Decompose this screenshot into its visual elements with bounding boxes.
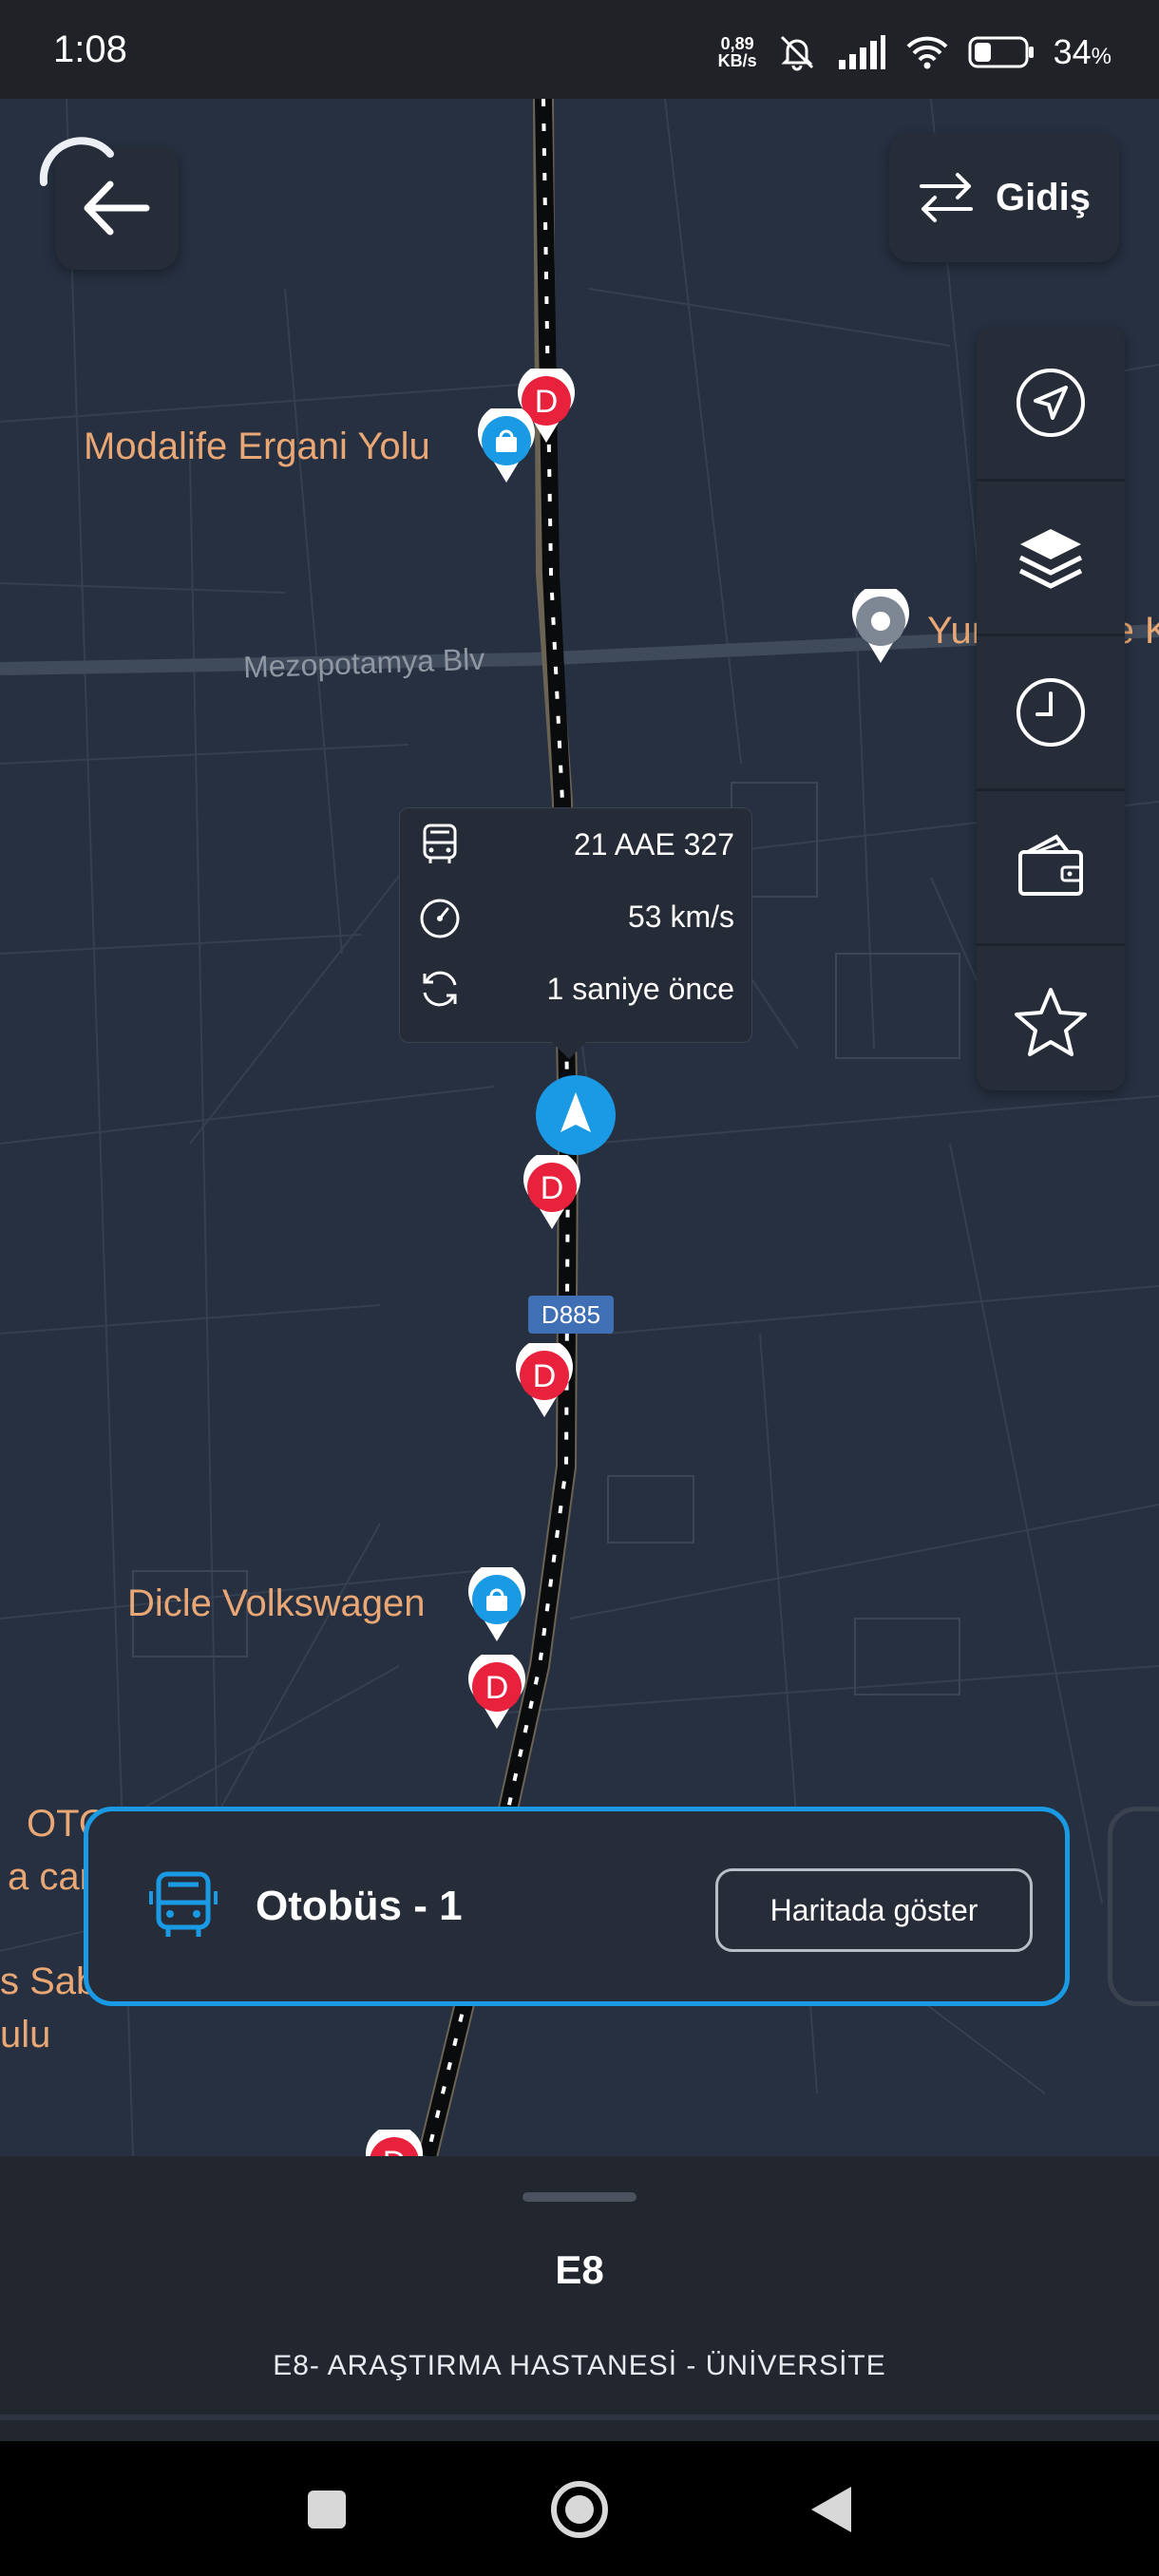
navigation-arrow-icon bbox=[1016, 369, 1085, 437]
bus-card[interactable]: Otobüs - 1 Haritada göster bbox=[84, 1807, 1070, 2006]
direction-toggle-button[interactable]: Gidiş bbox=[889, 133, 1119, 262]
battery-icon bbox=[968, 36, 1034, 68]
status-bar: 1:08 0,89 KB/s 34% bbox=[0, 0, 1159, 99]
route-bottom-sheet[interactable]: E8 E8- ARAŞTIRMA HASTANESİ - ÜNİVERSİTE bbox=[0, 2156, 1159, 2441]
bus-stop-pin[interactable]: D bbox=[519, 1155, 585, 1231]
shopping-bag-poi-icon[interactable] bbox=[464, 1567, 530, 1643]
layers-icon bbox=[1018, 529, 1083, 589]
wallet-icon bbox=[1018, 834, 1083, 896]
map-controls-panel bbox=[977, 327, 1125, 1090]
road-number-badge: D885 bbox=[528, 1296, 614, 1334]
battery-percent-value: 34 bbox=[1053, 32, 1092, 71]
signal-icon bbox=[838, 35, 885, 69]
popup-tip bbox=[552, 1042, 586, 1059]
vehicle-speed-row: 53 km/s bbox=[400, 881, 751, 953]
direction-label: Gidiş bbox=[995, 176, 1092, 218]
poi-label-partial-line2[interactable]: ulu bbox=[0, 2014, 50, 2056]
bus-icon bbox=[149, 1871, 218, 1937]
route-name: E8- ARAŞTIRMA HASTANESİ - ÜNİVERSİTE bbox=[273, 2350, 886, 2381]
map-view[interactable]: D D D D D Modalife Ergani Yolu Yunus Emr… bbox=[0, 99, 1159, 2156]
place-pin-icon[interactable] bbox=[847, 589, 914, 665]
recents-square-icon[interactable] bbox=[306, 2489, 348, 2530]
bus-location-marker-icon[interactable] bbox=[534, 1073, 618, 1157]
home-circle-icon[interactable] bbox=[549, 2479, 610, 2540]
network-speed-value: 0,89 bbox=[720, 34, 754, 53]
vehicle-plate-row: 21 AAE 327 bbox=[400, 808, 751, 881]
sheet-divider bbox=[0, 2415, 1159, 2420]
bus-stop-pin[interactable]: D bbox=[464, 1655, 530, 1731]
vehicle-updated-row: 1 saniye önce bbox=[400, 953, 751, 1025]
vehicle-info-popup: 21 AAE 327 53 km/s 1 saniye önce bbox=[399, 807, 752, 1059]
speedometer-icon bbox=[420, 899, 460, 938]
line-code: E8 bbox=[555, 2247, 604, 2292]
my-location-button[interactable] bbox=[977, 327, 1125, 482]
poi-label-modalife[interactable]: Modalife Ergani Yolu bbox=[84, 426, 430, 468]
next-bus-card-edge[interactable] bbox=[1108, 1807, 1159, 2006]
mute-bell-icon bbox=[780, 35, 813, 71]
clock-icon bbox=[1016, 678, 1085, 747]
schedule-button[interactable] bbox=[977, 636, 1125, 791]
refresh-icon bbox=[423, 971, 457, 1007]
battery-percent: 34% bbox=[1054, 32, 1112, 72]
svg-text:D: D bbox=[533, 1358, 557, 1394]
battery-percent-suffix: % bbox=[1091, 44, 1112, 69]
bus-icon bbox=[423, 824, 457, 863]
system-nav-bar bbox=[0, 2441, 1159, 2576]
bus-stop-pin[interactable]: D bbox=[361, 2130, 428, 2156]
wallet-button[interactable] bbox=[977, 791, 1125, 946]
vehicle-speed: 53 km/s bbox=[627, 899, 734, 934]
vehicle-last-update: 1 saniye önce bbox=[546, 971, 734, 1006]
bus-stop-pin[interactable]: D bbox=[511, 1343, 578, 1419]
map-layers-button[interactable] bbox=[977, 482, 1125, 636]
bus-card-title: Otobüs - 1 bbox=[256, 1883, 463, 1929]
back-triangle-icon[interactable] bbox=[809, 2485, 853, 2534]
vehicle-plate: 21 AAE 327 bbox=[573, 826, 734, 862]
network-speed: 0,89 KB/s bbox=[718, 35, 757, 69]
poi-label-partial-line1[interactable]: s Sab bbox=[0, 1960, 97, 2003]
swap-arrows-icon bbox=[919, 173, 973, 222]
wifi-icon bbox=[906, 36, 948, 69]
show-on-map-button[interactable]: Haritada göster bbox=[715, 1868, 1033, 1952]
refresh-progress-indicator bbox=[39, 137, 114, 186]
favorites-button[interactable] bbox=[977, 946, 1125, 1098]
svg-text:D: D bbox=[383, 2145, 407, 2156]
svg-text:D: D bbox=[541, 1170, 564, 1206]
network-speed-unit: KB/s bbox=[717, 51, 757, 70]
shopping-bag-poi-icon[interactable] bbox=[473, 408, 540, 484]
status-time: 1:08 bbox=[53, 28, 127, 70]
star-icon bbox=[1015, 988, 1087, 1056]
sheet-drag-handle[interactable] bbox=[522, 2192, 636, 2202]
svg-text:D: D bbox=[485, 1670, 509, 1706]
poi-label-dicle-volkswagen[interactable]: Dicle Volkswagen bbox=[127, 1582, 426, 1625]
status-icons: 0,89 KB/s 34% bbox=[718, 28, 1112, 76]
